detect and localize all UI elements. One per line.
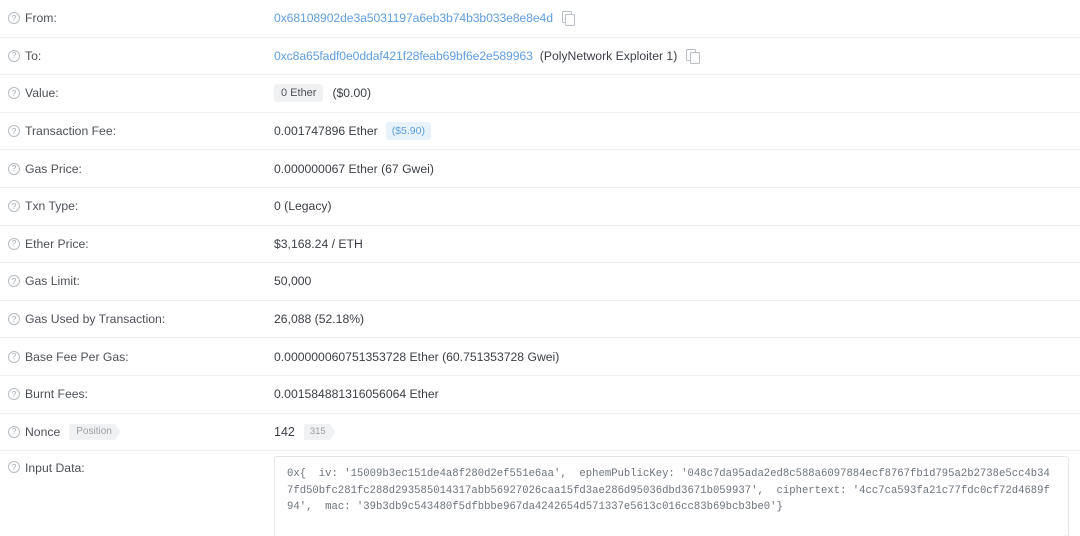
help-icon-glyph: ? bbox=[11, 12, 17, 23]
help-icon-glyph: ? bbox=[11, 50, 17, 61]
resize-handle-icon[interactable] bbox=[1054, 531, 1066, 536]
help-icon[interactable]: ? bbox=[8, 125, 20, 138]
row-transaction-fee: ? Transaction Fee: 0.001747896 Ether ($5… bbox=[0, 113, 1080, 151]
help-icon[interactable]: ? bbox=[8, 87, 20, 100]
nonce-value-text: 142 bbox=[274, 424, 295, 439]
help-icon[interactable]: ? bbox=[8, 350, 20, 363]
label-value-text: Value: bbox=[25, 86, 59, 101]
help-icon-glyph: ? bbox=[11, 200, 17, 211]
label-to: ? To: bbox=[0, 38, 274, 75]
input-data-content: 0x{ iv: '15009b3ec151de4a8f280d2ef551e6a… bbox=[287, 468, 1050, 514]
row-burnt-fees: ? Burnt Fees: 0.001584881316056064 Ether bbox=[0, 376, 1080, 414]
value-usd: ($0.00) bbox=[332, 86, 372, 101]
row-gas-price: ? Gas Price: 0.000000067 Ether (67 Gwei) bbox=[0, 150, 1080, 188]
value-from: 0x68108902de3a5031197a6eb3b74b3b033e8e8e… bbox=[274, 0, 1080, 37]
row-txn-type: ? Txn Type: 0 (Legacy) bbox=[0, 188, 1080, 226]
label-input-data: ? Input Data: bbox=[0, 451, 274, 475]
transaction-details-table: ? From: 0x68108902de3a5031197a6eb3b74b3b… bbox=[0, 0, 1080, 536]
row-nonce: ? Nonce Position 142 315 bbox=[0, 414, 1080, 452]
row-from: ? From: 0x68108902de3a5031197a6eb3b74b3b… bbox=[0, 0, 1080, 38]
nonce-position-badge: Position bbox=[69, 424, 121, 440]
label-txn-type-text: Txn Type: bbox=[25, 199, 79, 214]
help-icon-glyph: ? bbox=[11, 163, 17, 174]
input-data-textarea[interactable]: 0x{ iv: '15009b3ec151de4a8f280d2ef551e6a… bbox=[274, 456, 1069, 536]
row-gas-used: ? Gas Used by Transaction: 26,088 (52.18… bbox=[0, 301, 1080, 339]
label-nonce-text: Nonce bbox=[25, 424, 61, 439]
label-burnt-fees-text: Burnt Fees: bbox=[25, 387, 88, 402]
transaction-fee-amount: 0.001747896 Ether bbox=[274, 124, 378, 139]
label-transaction-fee-text: Transaction Fee: bbox=[25, 124, 116, 139]
nonce-index-badge: 315 bbox=[304, 424, 336, 440]
label-txn-type: ? Txn Type: bbox=[0, 188, 274, 225]
value-burnt-fees: 0.001584881316056064 Ether bbox=[274, 387, 439, 402]
help-icon-glyph: ? bbox=[11, 125, 17, 136]
row-to: ? To: 0xc8a65fadf0e0ddaf421f28feab69bf6e… bbox=[0, 38, 1080, 76]
label-transaction-fee: ? Transaction Fee: bbox=[0, 113, 274, 150]
help-icon[interactable]: ? bbox=[8, 162, 20, 175]
help-icon[interactable]: ? bbox=[8, 200, 20, 213]
help-icon[interactable]: ? bbox=[8, 12, 20, 25]
row-input-data: ? Input Data: 0x{ iv: '15009b3ec151de4a8… bbox=[0, 451, 1080, 536]
copy-icon[interactable] bbox=[686, 48, 700, 64]
label-from: ? From: bbox=[0, 0, 274, 37]
label-gas-price: ? Gas Price: bbox=[0, 150, 274, 187]
label-ether-price: ? Ether Price: bbox=[0, 226, 274, 263]
value-gas-price: 0.000000067 Ether (67 Gwei) bbox=[274, 161, 434, 176]
help-icon[interactable]: ? bbox=[8, 388, 20, 401]
label-gas-limit: ? Gas Limit: bbox=[0, 263, 274, 300]
help-icon[interactable]: ? bbox=[8, 313, 20, 326]
value-to: 0xc8a65fadf0e0ddaf421f28feab69bf6e2e5899… bbox=[274, 38, 1080, 75]
label-base-fee-per-gas-text: Base Fee Per Gas: bbox=[25, 349, 129, 364]
value-base-fee-per-gas: 0.000000060751353728 Ether (60.751353728… bbox=[274, 349, 560, 364]
transaction-fee-usd-badge: ($5.90) bbox=[385, 122, 431, 140]
value-txn-type: 0 (Legacy) bbox=[274, 199, 332, 214]
help-icon-glyph: ? bbox=[11, 238, 17, 249]
row-ether-price: ? Ether Price: $3,168.24 / ETH bbox=[0, 226, 1080, 264]
help-icon-glyph: ? bbox=[11, 426, 17, 437]
value-nonce: 142 315 bbox=[274, 414, 1080, 451]
label-gas-used-text: Gas Used by Transaction: bbox=[25, 312, 166, 327]
help-icon-glyph: ? bbox=[11, 388, 17, 399]
copy-icon[interactable] bbox=[561, 11, 576, 27]
value-gas-used: 26,088 (52.18%) bbox=[274, 312, 365, 327]
row-value: ? Value: 0 Ether ($0.00) bbox=[0, 75, 1080, 113]
help-icon[interactable]: ? bbox=[8, 461, 20, 474]
value-transaction-fee: 0.001747896 Ether ($5.90) bbox=[274, 113, 1080, 150]
to-address-tag: (PolyNetwork Exploiter 1) bbox=[539, 48, 678, 63]
help-icon[interactable]: ? bbox=[8, 425, 20, 438]
help-icon-glyph: ? bbox=[11, 313, 17, 324]
help-icon-glyph: ? bbox=[11, 351, 17, 362]
to-address-link[interactable]: 0xc8a65fadf0e0ddaf421f28feab69bf6e2e5899… bbox=[274, 49, 533, 63]
value-ether-price: $3,168.24 / ETH bbox=[274, 236, 363, 251]
help-icon-glyph: ? bbox=[11, 88, 17, 99]
label-input-data-text: Input Data: bbox=[25, 461, 85, 476]
row-base-fee-per-gas: ? Base Fee Per Gas: 0.000000060751353728… bbox=[0, 338, 1080, 376]
label-nonce: ? Nonce Position bbox=[0, 414, 274, 451]
row-gas-limit: ? Gas Limit: 50,000 bbox=[0, 263, 1080, 301]
help-icon[interactable]: ? bbox=[8, 237, 20, 250]
help-icon[interactable]: ? bbox=[8, 275, 20, 288]
label-gas-limit-text: Gas Limit: bbox=[25, 274, 80, 289]
value-ether-badge: 0 Ether bbox=[274, 84, 324, 103]
value-input-data: 0x{ iv: '15009b3ec151de4a8f280d2ef551e6a… bbox=[274, 451, 1080, 536]
value-gas-limit: 50,000 bbox=[274, 274, 312, 289]
help-icon-glyph: ? bbox=[11, 276, 17, 287]
help-icon-glyph: ? bbox=[11, 461, 17, 472]
label-burnt-fees: ? Burnt Fees: bbox=[0, 376, 274, 413]
label-ether-price-text: Ether Price: bbox=[25, 236, 89, 251]
label-from-text: From: bbox=[25, 11, 57, 26]
label-to-text: To: bbox=[25, 48, 42, 63]
label-base-fee-per-gas: ? Base Fee Per Gas: bbox=[0, 338, 274, 375]
label-gas-price-text: Gas Price: bbox=[25, 161, 82, 176]
from-address-link[interactable]: 0x68108902de3a5031197a6eb3b74b3b033e8e8e… bbox=[274, 11, 553, 25]
help-icon[interactable]: ? bbox=[8, 49, 20, 62]
label-value: ? Value: bbox=[0, 75, 274, 112]
value-amount-cell: 0 Ether ($0.00) bbox=[274, 75, 1080, 112]
label-gas-used: ? Gas Used by Transaction: bbox=[0, 301, 274, 338]
